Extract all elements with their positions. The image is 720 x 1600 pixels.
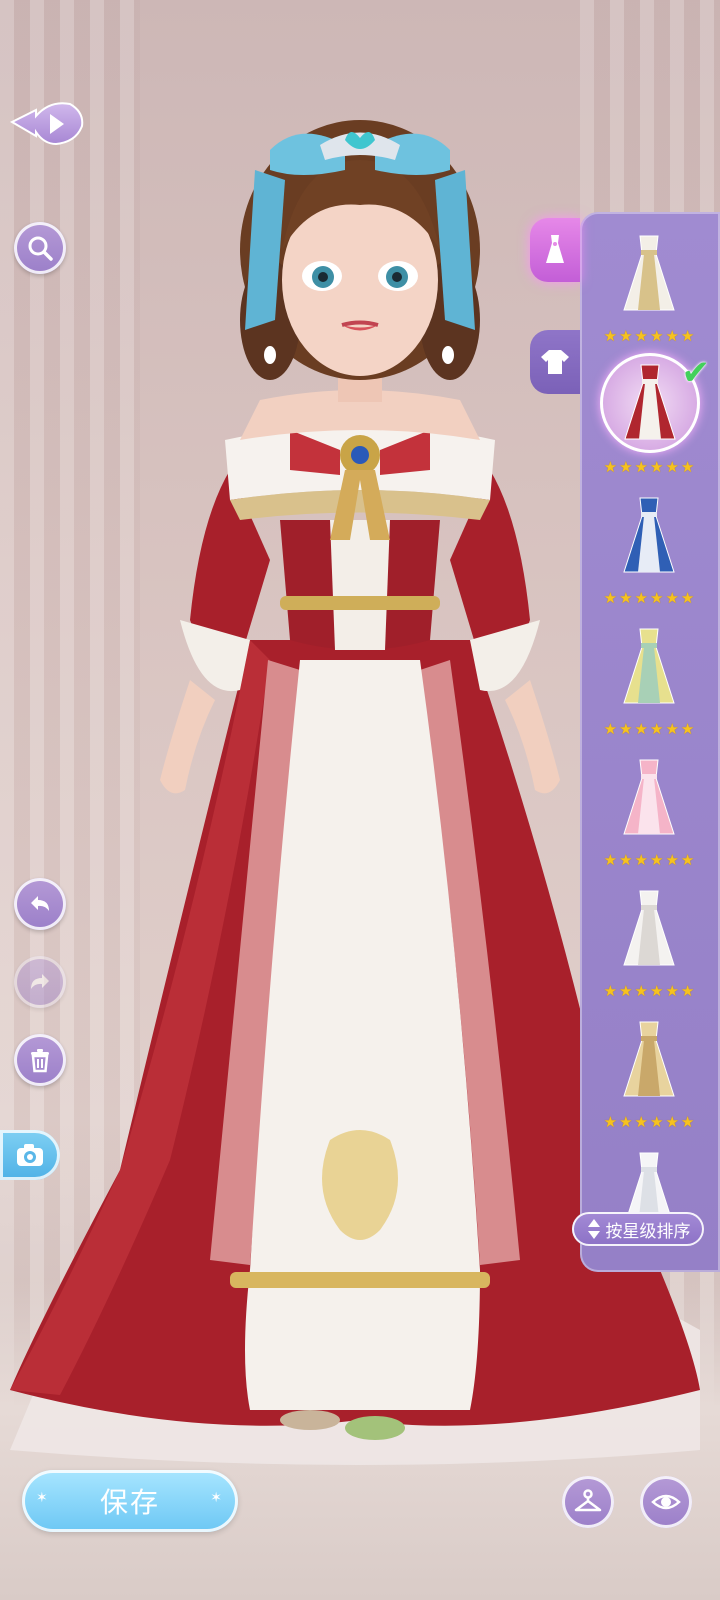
star-icon: ★ [650, 327, 664, 345]
star-rating: ★ ★ ★ ★ ★ ★ [590, 983, 708, 999]
delete-button[interactable] [14, 1034, 66, 1086]
star-rating: ★ ★ ★ ★ ★ ★ [590, 590, 708, 606]
star-icon: ★ [680, 327, 695, 345]
hanger-icon [574, 1489, 602, 1512]
star-rating: ★ ★ ★ ★ ★ ★ [590, 1114, 708, 1130]
search-icon [28, 236, 53, 261]
star-icon: ★ [619, 458, 633, 476]
star-icon: ★ [634, 589, 648, 607]
star-icon: ★ [603, 851, 618, 869]
redo-icon [31, 974, 49, 989]
outfit-item-pink-gown[interactable]: ★ ★ ★ ★ ★ ★ [590, 752, 708, 872]
back-icon [9, 102, 84, 146]
redo-button[interactable] [14, 956, 66, 1008]
dress-thumbnail-icon [623, 759, 675, 835]
star-icon: ★ [650, 589, 664, 607]
outfit-thumbnail [604, 752, 694, 844]
star-icon: ★ [603, 458, 618, 476]
back-button[interactable] [9, 96, 86, 152]
star-icon: ★ [603, 1113, 618, 1131]
search-button[interactable] [14, 222, 66, 274]
star-rating: ★ ★ ★ ★ ★ ★ [590, 721, 708, 737]
outfit-item-white-feather-gown[interactable] [590, 1145, 708, 1265]
star-rating: ★ ★ ★ ★ ★ ★ [590, 328, 708, 344]
star-icon: ★ [619, 851, 633, 869]
star-icon: ★ [650, 1113, 664, 1131]
star-icon: ★ [665, 851, 679, 869]
star-icon: ★ [634, 1113, 648, 1131]
star-icon: ★ [603, 720, 618, 738]
sort-arrows-icon [587, 1219, 600, 1239]
star-icon: ★ [650, 458, 664, 476]
star-icon: ★ [680, 1113, 695, 1131]
star-icon: ★ [680, 851, 695, 869]
tab-top[interactable] [530, 330, 580, 394]
dress-thumbnail-icon [623, 235, 675, 311]
star-icon: ★ [619, 589, 633, 607]
star-icon: ★ [680, 982, 695, 1000]
outfit-thumbnail [604, 621, 694, 713]
star-icon: ★ [680, 589, 695, 607]
outfit-item-red-white-gown[interactable]: ✔ ★ ★ ★ ★ ★ ★ [590, 353, 710, 479]
star-icon: ★ [680, 720, 695, 738]
dress-icon [546, 235, 564, 263]
undo-icon [31, 896, 49, 911]
sort-by-stars-button[interactable]: 按星级排序 [572, 1212, 704, 1246]
dress-thumbnail-icon [623, 1021, 675, 1097]
eye-icon [651, 1494, 681, 1510]
outfit-item-green-yellow-hanfu[interactable]: ★ ★ ★ ★ ★ ★ [590, 621, 708, 741]
star-icon: ★ [619, 1113, 633, 1131]
undo-button[interactable] [14, 878, 66, 930]
outfit-item-blue-gown[interactable]: ★ ★ ★ ★ ★ ★ [590, 490, 708, 610]
selected-check-icon: ✔ [681, 353, 711, 393]
outfit-item-white-gold-gown[interactable]: ★ ★ ★ ★ ★ ★ [590, 228, 708, 348]
save-button-label: 保存 [99, 1486, 160, 1519]
star-icon: ★ [650, 720, 664, 738]
star-icon: ★ [680, 458, 695, 476]
star-rating: ★ ★ ★ ★ ★ ★ [590, 852, 708, 868]
star-icon: ★ [650, 851, 664, 869]
star-icon: ★ [665, 327, 679, 345]
outfit-button[interactable] [562, 1476, 614, 1528]
star-rating: ★ ★ ★ ★ ★ ★ [590, 459, 708, 475]
dress-thumbnail-icon [623, 497, 675, 573]
sparkle-icon: ✶ [36, 1490, 50, 1506]
star-icon: ★ [619, 720, 633, 738]
star-icon: ★ [603, 589, 618, 607]
star-icon: ★ [650, 982, 664, 1000]
camera-icon [17, 1144, 43, 1166]
star-icon: ★ [665, 589, 679, 607]
sort-button-label: 按星级排序 [605, 1221, 691, 1242]
save-button[interactable]: ✶ 保存 ✶ [22, 1470, 238, 1532]
star-icon: ★ [634, 720, 648, 738]
dress-thumbnail-icon [623, 890, 675, 966]
outfit-item-white-wedding-gown[interactable]: ★ ★ ★ ★ ★ ★ [590, 883, 708, 1003]
dress-thumbnail-icon [624, 364, 676, 440]
star-icon: ★ [634, 982, 648, 1000]
trash-icon [31, 1049, 49, 1073]
camera-button[interactable] [0, 1130, 60, 1180]
outfit-thumbnail [604, 883, 694, 975]
star-icon: ★ [619, 327, 633, 345]
star-icon: ★ [619, 982, 633, 1000]
shirt-icon [541, 350, 569, 374]
outfit-thumbnail [604, 490, 694, 582]
star-icon: ★ [665, 458, 679, 476]
sparkle-icon: ✶ [210, 1490, 224, 1506]
star-icon: ★ [634, 851, 648, 869]
outfit-thumbnail [604, 1014, 694, 1106]
outfit-item-gold-hanfu[interactable]: ★ ★ ★ ★ ★ ★ [590, 1014, 708, 1134]
dress-thumbnail-icon [623, 628, 675, 704]
star-icon: ★ [634, 327, 648, 345]
star-icon: ★ [603, 327, 618, 345]
star-icon: ★ [603, 982, 618, 1000]
tab-dress[interactable] [530, 218, 580, 282]
outfit-thumbnail [604, 228, 694, 320]
star-icon: ★ [634, 458, 648, 476]
star-icon: ★ [665, 1113, 679, 1131]
star-icon: ★ [665, 982, 679, 1000]
view-button[interactable] [640, 1476, 692, 1528]
star-icon: ★ [665, 720, 679, 738]
